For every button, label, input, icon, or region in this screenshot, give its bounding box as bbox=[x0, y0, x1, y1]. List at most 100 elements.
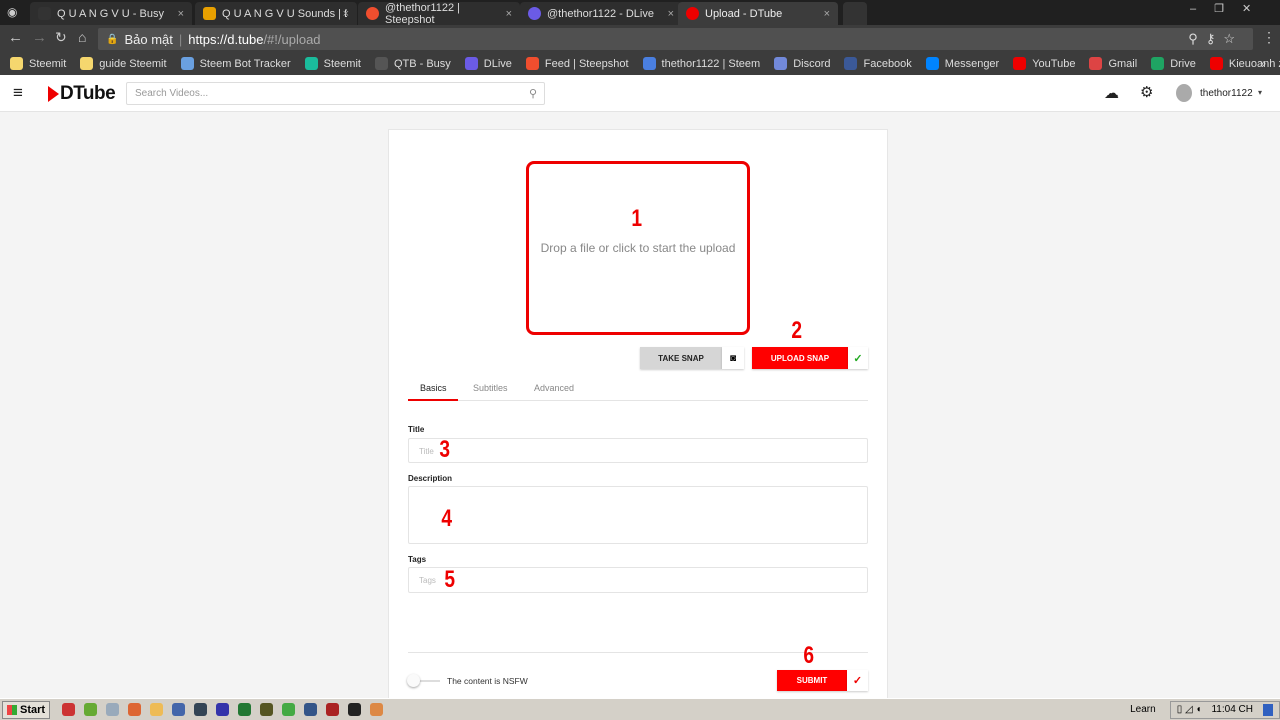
taskbar-app-icon[interactable] bbox=[260, 703, 274, 716]
taskbar-app-icon[interactable] bbox=[282, 703, 296, 716]
taskbar-app-icon[interactable] bbox=[238, 703, 252, 716]
close-tab-icon[interactable]: × bbox=[824, 8, 830, 20]
window-controls[interactable]: –❐✕ bbox=[1190, 2, 1269, 15]
drop-text: Drop a file or click to start the upload bbox=[540, 241, 736, 255]
upload-snap-button[interactable]: UPLOAD SNAP bbox=[752, 347, 848, 369]
bookmark-label: Facebook bbox=[863, 57, 912, 70]
taskbar-app-icon[interactable] bbox=[370, 703, 384, 716]
taskbar-app-icon[interactable] bbox=[84, 703, 98, 716]
title-label: Title bbox=[408, 425, 425, 434]
address-bar-row: ← → ↻ ⌂ 🔒 Bảo mật | https://d.tube/#!/up… bbox=[0, 25, 1280, 52]
description-textarea[interactable] bbox=[408, 486, 868, 544]
security-label: Bảo mật bbox=[124, 31, 173, 47]
upload-cloud-icon[interactable]: ☁ bbox=[1104, 84, 1119, 102]
taskbar-app-icon[interactable] bbox=[326, 703, 340, 716]
bookmark-item[interactable]: Feed | Steepshot bbox=[525, 57, 629, 70]
tab-subtitles[interactable]: Subtitles bbox=[473, 383, 508, 393]
back-icon[interactable]: ← bbox=[8, 29, 23, 46]
taskbar-app-icon[interactable] bbox=[62, 703, 76, 716]
bookmark-item[interactable]: YouTube bbox=[1013, 57, 1075, 70]
bookmark-label: DLive bbox=[483, 57, 512, 70]
bookmark-item[interactable]: Drive bbox=[1151, 57, 1196, 70]
url-input[interactable]: 🔒 Bảo mật | https://d.tube/#!/upload ⚲⚷☆ bbox=[98, 28, 1253, 50]
submit-button[interactable]: SUBMIT bbox=[777, 670, 847, 691]
bookmark-icon bbox=[304, 57, 318, 70]
browser-tab[interactable]: Q U A N G V U - Busy × bbox=[30, 2, 192, 25]
close-tab-icon[interactable]: × bbox=[668, 8, 674, 20]
taskbar-app-icon[interactable] bbox=[216, 703, 230, 716]
file-drop-zone[interactable]: Drop a file or click to start the upload bbox=[526, 161, 750, 335]
bookmarks-bar: Steemit guide Steemit Steem Bot Tracker Ste… bbox=[0, 52, 1280, 75]
bookmark-item[interactable]: Steem Bot Tracker bbox=[180, 57, 291, 70]
tab-advanced[interactable]: Advanced bbox=[534, 383, 574, 393]
form-divider bbox=[408, 652, 868, 653]
taskbar-app-icon[interactable] bbox=[194, 703, 208, 716]
bookmark-icon bbox=[925, 57, 939, 70]
tab-basics[interactable]: Basics bbox=[420, 383, 447, 393]
chevron-down-icon[interactable]: ▾ bbox=[1258, 88, 1262, 97]
bookmark-item[interactable]: thethor1122 | Steem bbox=[642, 57, 760, 70]
close-tab-icon[interactable]: × bbox=[343, 8, 349, 20]
bookmarks-overflow-button[interactable]: » bbox=[1260, 58, 1266, 70]
taskbar-app-icon[interactable] bbox=[172, 703, 186, 716]
taskbar-app-icon[interactable] bbox=[348, 703, 362, 716]
bookmark-icon bbox=[774, 57, 788, 70]
tab-title: Upload - DTube bbox=[705, 7, 783, 20]
bookmark-item[interactable]: Steemit bbox=[304, 57, 361, 70]
forward-icon[interactable]: → bbox=[32, 29, 47, 46]
taskbar-app-icon[interactable] bbox=[106, 703, 120, 716]
bookmark-icon bbox=[10, 57, 23, 70]
search-icon[interactable]: ⚲ bbox=[529, 87, 537, 100]
hamburger-menu-icon[interactable]: ≡ bbox=[13, 83, 23, 103]
avatar[interactable] bbox=[1176, 84, 1192, 102]
browser-tab-active[interactable]: Upload - DTube × bbox=[678, 2, 838, 25]
bookmark-item[interactable]: QTB - Busy bbox=[374, 57, 451, 70]
title-input[interactable]: Title bbox=[408, 438, 868, 463]
close-tab-icon[interactable]: × bbox=[506, 8, 512, 20]
camera-icon[interactable]: ◙ bbox=[722, 347, 744, 369]
search-input[interactable]: Search Videos... ⚲ bbox=[126, 82, 545, 105]
take-snap-label: TAKE SNAP bbox=[658, 353, 704, 363]
reload-icon[interactable]: ↻ bbox=[55, 29, 67, 46]
settings-gears-icon[interactable]: ⚙ bbox=[1140, 83, 1153, 101]
zoom-key-star-icons[interactable]: ⚲⚷☆ bbox=[1188, 31, 1243, 47]
username[interactable]: thethor1122 bbox=[1200, 88, 1253, 99]
system-tray: ▯ ◿ ◖ 11:04 CH bbox=[1169, 700, 1280, 719]
taskbar-app-icon[interactable] bbox=[128, 703, 142, 716]
bookmark-label: Gmail bbox=[1108, 57, 1138, 70]
tab-title: Q U A N G V U Sounds | DS bbox=[222, 7, 347, 20]
bookmark-item[interactable]: Gmail bbox=[1089, 57, 1137, 70]
bookmark-item[interactable]: Messenger bbox=[925, 57, 999, 70]
description-label: Description bbox=[408, 474, 453, 483]
bookmark-item[interactable]: Steemit bbox=[10, 57, 66, 70]
tab-title: Q U A N G V U - Busy bbox=[57, 7, 164, 20]
nsfw-toggle[interactable] bbox=[407, 674, 420, 687]
taskbar-learn[interactable]: Learn bbox=[1130, 704, 1156, 715]
close-tab-icon[interactable]: × bbox=[178, 8, 184, 20]
new-tab-button[interactable] bbox=[843, 2, 867, 25]
bookmark-label: YouTube bbox=[1032, 57, 1076, 70]
start-button[interactable]: Start bbox=[2, 700, 51, 719]
dtube-logo[interactable]: DTube bbox=[48, 83, 116, 105]
browser-tab[interactable]: @thethor1122 | Steepshot × bbox=[358, 2, 520, 26]
bookmark-icon bbox=[1089, 57, 1103, 70]
tags-input[interactable]: Tags bbox=[408, 567, 868, 593]
annotation-number: 4 bbox=[441, 505, 453, 532]
bookmark-item[interactable]: DLive bbox=[464, 57, 512, 70]
taskbar-app-icon[interactable] bbox=[304, 703, 318, 716]
bookmark-label: Drive bbox=[1170, 57, 1196, 70]
bookmark-item[interactable]: Facebook bbox=[844, 57, 912, 70]
bookmark-item[interactable]: Kieuoanh zoe - YouTu bbox=[1209, 57, 1280, 70]
bookmark-item[interactable]: guide Steemit bbox=[80, 57, 167, 70]
take-snap-button[interactable]: TAKE SNAP bbox=[640, 347, 722, 369]
home-icon[interactable]: ⌂ bbox=[78, 29, 86, 45]
tab-favicon-icon bbox=[38, 7, 51, 20]
menu-icon[interactable]: ⋮ bbox=[1262, 29, 1276, 46]
taskbar-app-icon[interactable] bbox=[150, 703, 164, 716]
tray-icons[interactable]: ▯ ◿ ◖ bbox=[1177, 704, 1202, 715]
browser-tab[interactable]: Q U A N G V U Sounds | DS × bbox=[195, 2, 357, 25]
bookmark-item[interactable]: Discord bbox=[774, 57, 830, 70]
quick-launch bbox=[62, 703, 384, 716]
browser-tab[interactable]: @thethor1122 - DLive × bbox=[520, 2, 682, 25]
show-desktop-icon[interactable] bbox=[1263, 703, 1273, 716]
